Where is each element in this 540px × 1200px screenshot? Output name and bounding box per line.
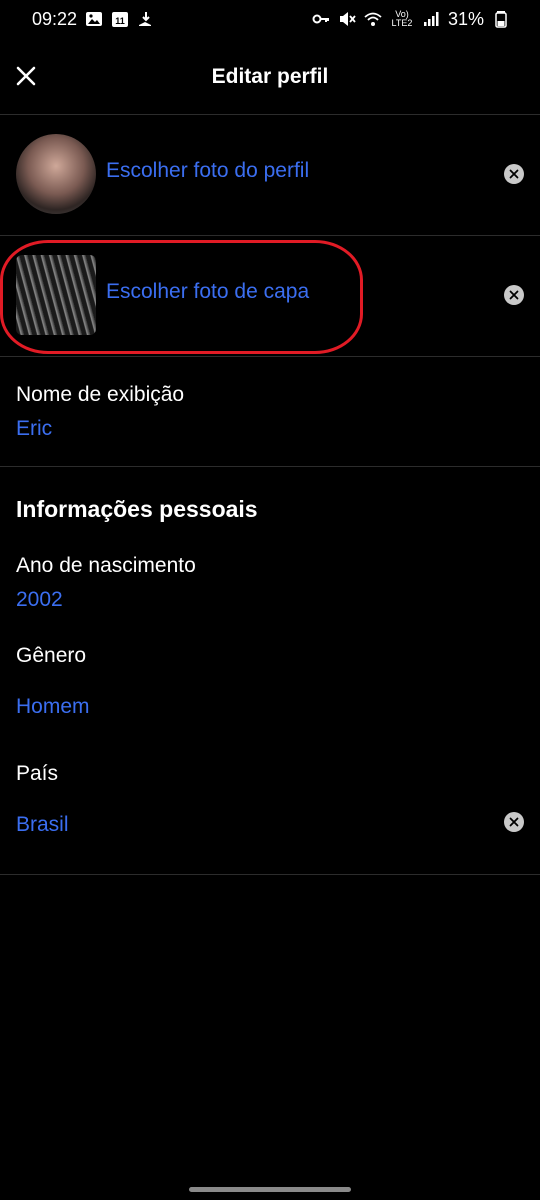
profile-photo-row[interactable]: Escolher foto do perfil: [0, 114, 540, 236]
divider: [0, 466, 540, 467]
home-indicator[interactable]: [189, 1187, 351, 1192]
highlight-annotation: [0, 240, 363, 354]
network-label: Vo) LTE2: [391, 9, 413, 28]
calendar-icon: 11: [111, 10, 129, 28]
battery-percent: 31%: [447, 8, 484, 29]
country-value[interactable]: Brasil: [16, 813, 69, 837]
personal-info-title: Informações pessoais: [16, 496, 258, 522]
calendar-day: 11: [115, 16, 125, 26]
country-label: País: [16, 762, 59, 785]
avatar: [16, 134, 96, 214]
gallery-icon: [85, 10, 103, 28]
close-icon[interactable]: [12, 62, 40, 90]
gender-value[interactable]: Homem: [16, 695, 90, 719]
gender-label: Gênero: [16, 644, 87, 667]
mute-icon: [338, 10, 356, 28]
signal-icon: [422, 10, 440, 28]
notification-icon: [137, 10, 155, 28]
remove-cover-photo-icon[interactable]: [504, 285, 524, 305]
app-header: Editar perfil: [0, 40, 540, 115]
display-name-label: Nome de exibição: [16, 383, 185, 406]
key-icon: [312, 10, 330, 28]
page-title: Editar perfil: [211, 65, 329, 88]
birth-year-value[interactable]: 2002: [16, 588, 63, 612]
choose-profile-photo-link[interactable]: Escolher foto do perfil: [106, 159, 309, 183]
divider: [0, 874, 540, 875]
display-name-value[interactable]: Eric: [16, 417, 52, 441]
clear-country-icon[interactable]: [504, 812, 524, 832]
status-bar: 09:22 11 Vo) LTE2 31%: [0, 0, 540, 38]
status-time: 09:22: [32, 8, 78, 29]
birth-year-label: Ano de nascimento: [16, 554, 196, 577]
wifi-icon: [364, 10, 382, 28]
battery-icon: [492, 10, 510, 28]
remove-profile-photo-icon[interactable]: [504, 164, 524, 184]
